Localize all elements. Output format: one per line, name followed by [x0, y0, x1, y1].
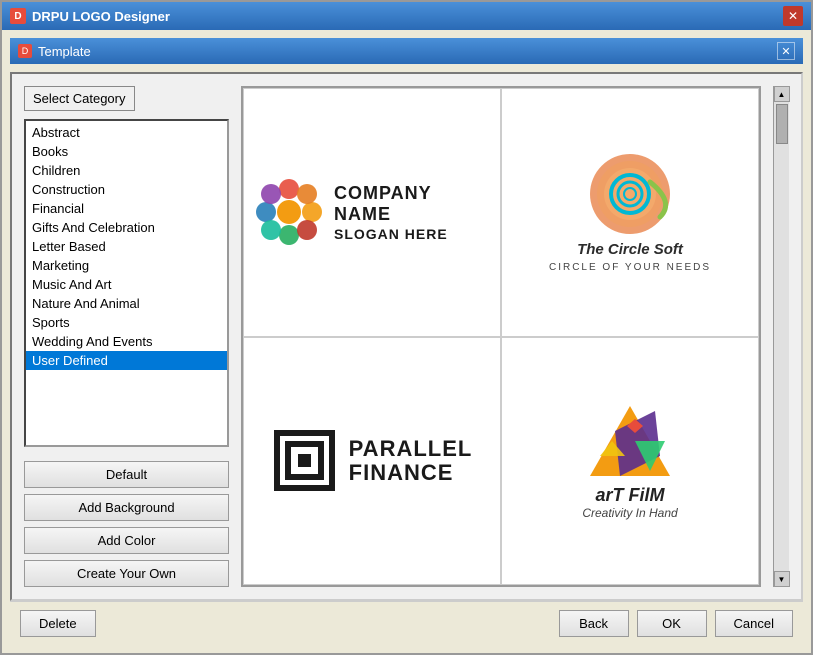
logo4: arT FilM Creativity In Hand	[582, 401, 677, 520]
category-gifts[interactable]: Gifts And Celebration	[26, 218, 227, 237]
delete-button[interactable]: Delete	[20, 610, 96, 637]
add-background-button[interactable]: Add Background	[24, 494, 229, 521]
scroll-up[interactable]: ▲	[774, 86, 790, 102]
default-button[interactable]: Default	[24, 461, 229, 488]
category-construction[interactable]: Construction	[26, 180, 227, 199]
back-button[interactable]: Back	[559, 610, 629, 637]
logo1-slogan: SLOGAN HERE	[334, 226, 490, 242]
category-books[interactable]: Books	[26, 142, 227, 161]
logo3: PARALLEL FINANCE	[272, 428, 473, 493]
logo4-name: arT FilM	[582, 485, 677, 506]
logo1: COMPANY NAME SLOGAN HERE	[254, 177, 490, 247]
category-letter[interactable]: Letter Based	[26, 237, 227, 256]
category-music[interactable]: Music And Art	[26, 275, 227, 294]
logo3-icon	[272, 428, 337, 493]
bottom-bar: Delete Back OK Cancel	[10, 601, 803, 645]
category-abstract[interactable]: Abstract	[26, 123, 227, 142]
logo3-name: PARALLEL	[349, 437, 473, 461]
logo-cell-3[interactable]: PARALLEL FINANCE	[243, 337, 501, 586]
category-list[interactable]: Abstract Books Children Construction Fin…	[24, 119, 229, 447]
logo2-sub: CIRCLE OF YOUR NEEDS	[549, 262, 711, 273]
create-own-button[interactable]: Create Your Own	[24, 560, 229, 587]
ok-button[interactable]: OK	[637, 610, 707, 637]
logo4-icon	[585, 401, 675, 481]
logo2-icon	[580, 152, 680, 237]
logo1-company: COMPANY NAME	[334, 183, 490, 226]
category-financial[interactable]: Financial	[26, 199, 227, 218]
app-title: DRPU LOGO Designer	[32, 9, 170, 24]
category-user[interactable]: User Defined	[26, 351, 227, 370]
category-wedding[interactable]: Wedding And Events	[26, 332, 227, 351]
dialog-title: Template	[38, 44, 91, 59]
main-window: D DRPU LOGO Designer ✕ D Template ✕ Sele…	[0, 0, 813, 655]
logo2-name: The Circle Soft	[577, 241, 683, 258]
logo4-sub: Creativity In Hand	[582, 506, 677, 520]
dialog-icon: D	[18, 44, 32, 58]
scroll-down[interactable]: ▼	[774, 571, 790, 587]
close-button[interactable]: ✕	[783, 6, 803, 26]
logo1-icon	[254, 177, 324, 247]
category-nature[interactable]: Nature And Animal	[26, 294, 227, 313]
logo2: The Circle Soft CIRCLE OF YOUR NEEDS	[549, 152, 711, 273]
dialog-close-button[interactable]: ✕	[777, 42, 795, 60]
category-marketing[interactable]: Marketing	[26, 256, 227, 275]
select-category-label: Select Category	[24, 86, 229, 111]
logo3-name2: FINANCE	[349, 461, 473, 485]
left-panel: Select Category Abstract Books Children …	[24, 86, 229, 587]
cancel-button[interactable]: Cancel	[715, 610, 793, 637]
scrollbar[interactable]: ▲ ▼	[773, 86, 789, 587]
app-icon: D	[10, 8, 26, 24]
logo-cell-2[interactable]: The Circle Soft CIRCLE OF YOUR NEEDS	[501, 88, 759, 337]
title-bar: D DRPU LOGO Designer ✕	[2, 2, 811, 30]
category-children[interactable]: Children	[26, 161, 227, 180]
action-buttons: Default Add Background Add Color Create …	[24, 461, 229, 587]
add-color-button[interactable]: Add Color	[24, 527, 229, 554]
scroll-thumb[interactable]	[776, 104, 788, 144]
logo-grid: COMPANY NAME SLOGAN HERE	[241, 86, 761, 587]
logo-cell-4[interactable]: arT FilM Creativity In Hand	[501, 337, 759, 586]
category-sports[interactable]: Sports	[26, 313, 227, 332]
dialog-title-bar: D Template ✕	[10, 38, 803, 64]
logo-cell-1[interactable]: COMPANY NAME SLOGAN HERE	[243, 88, 501, 337]
